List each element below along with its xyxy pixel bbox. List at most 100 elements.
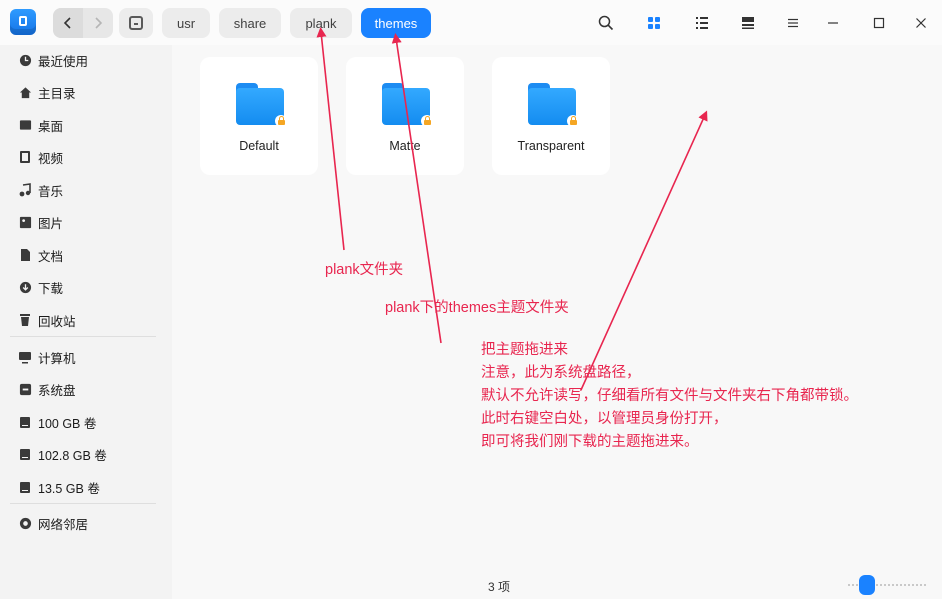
drive-icon [18, 480, 32, 494]
search-button[interactable] [591, 8, 621, 38]
sidebar-item-label: 计算机 [38, 351, 76, 366]
sidebar-item-trash[interactable]: 回收站 [0, 305, 172, 335]
sidebar-item-label: 下载 [38, 281, 64, 296]
detail-view-icon [742, 17, 754, 29]
sidebar-item-pictures[interactable]: 图片 [0, 207, 172, 237]
annotation-line: 注意，此为系统盘路径， [481, 365, 641, 381]
lock-icon [567, 115, 579, 127]
sidebar-divider [10, 336, 156, 337]
folder-name: Default [239, 139, 279, 153]
computer-icon [18, 350, 32, 364]
sidebar-item-computer[interactable]: 计算机 [0, 342, 172, 372]
chevron-right-icon [95, 17, 103, 29]
annotation-themes-folder: plank下的themes主题文件夹 [385, 300, 569, 316]
detail-view-button[interactable] [733, 8, 763, 38]
close-icon [916, 18, 926, 28]
sidebar-item-label: 文档 [38, 249, 64, 264]
drive-icon [18, 415, 32, 429]
sidebar-item-volume-13gb[interactable]: 13.5 GB 卷 [0, 472, 172, 502]
folder-name: Matte [389, 139, 421, 153]
sidebar-item-volume-102gb[interactable]: 102.8 GB 卷 [0, 439, 172, 469]
minimize-icon [828, 22, 838, 24]
sidebar-item-system-disk[interactable]: 系统盘 [0, 374, 172, 404]
folder-item-transparent[interactable]: Transparent [492, 57, 610, 175]
breadcrumb-usr[interactable]: usr [162, 8, 210, 38]
sidebar-item-label: 回收站 [38, 314, 76, 329]
network-icon [18, 516, 32, 530]
sidebar-item-music[interactable]: 音乐 [0, 175, 172, 205]
icon-view-button[interactable] [639, 8, 669, 38]
sidebar-item-desktop[interactable]: 桌面 [0, 110, 172, 140]
search-icon [598, 15, 614, 31]
sidebar-item-label: 图片 [38, 216, 64, 231]
annotation-line: 即可将我们刚下载的主题拖进来。 [481, 434, 699, 450]
maximize-icon [873, 17, 885, 29]
close-button[interactable] [906, 8, 936, 38]
item-count-status: 3 项 [487, 580, 510, 594]
clock-icon [18, 53, 32, 67]
file-manager-logo-icon[interactable] [10, 9, 36, 35]
sidebar-item-label: 100 GB 卷 [38, 416, 97, 431]
system-disk-icon [18, 382, 32, 396]
annotation-drag-instructions: 把主题拖进来 注意，此为系统盘路径， 默认不允许读写，仔细看所有文件与文件夹右下… [481, 339, 858, 454]
folder-icon [236, 83, 287, 127]
main-menu-button[interactable] [778, 8, 808, 38]
list-view-icon [696, 17, 708, 29]
annotation-line: 此时右键空白处，以管理员身份打开， [481, 411, 728, 427]
breadcrumb-share[interactable]: share [219, 8, 281, 38]
sidebar-item-home[interactable]: 主目录 [0, 77, 172, 107]
title-bar: usr share plank themes [0, 0, 942, 45]
back-button[interactable] [53, 8, 83, 38]
file-view[interactable]: Default Matte Transparent 3 项 [172, 45, 942, 599]
navigation-buttons [53, 8, 113, 38]
home-icon [18, 85, 32, 99]
desktop-icon [18, 118, 32, 132]
sidebar-item-label: 网络邻居 [38, 517, 89, 532]
chevron-left-icon [63, 17, 71, 29]
sidebar-item-label: 桌面 [38, 119, 64, 134]
sidebar-item-videos[interactable]: 视频 [0, 142, 172, 172]
lock-icon [421, 115, 433, 127]
sidebar-item-downloads[interactable]: 下载 [0, 272, 172, 302]
folder-icon [382, 83, 433, 127]
forward-button[interactable] [83, 8, 113, 38]
minimize-button[interactable] [818, 8, 848, 38]
annotation-line: 把主题拖进来 [481, 342, 568, 358]
disk-icon [129, 16, 143, 30]
sidebar-item-volume-100gb[interactable]: 100 GB 卷 [0, 407, 172, 437]
menu-icon [788, 18, 798, 28]
music-icon [18, 183, 32, 197]
sidebar-item-label: 视频 [38, 151, 64, 166]
sidebar-item-label: 102.8 GB 卷 [38, 448, 107, 463]
breadcrumb-themes[interactable]: themes [361, 8, 431, 38]
sidebar-item-label: 系统盘 [38, 383, 76, 398]
annotation-plank-folder: plank文件夹 [325, 262, 404, 278]
drive-icon [18, 447, 32, 461]
sidebar-divider [10, 503, 156, 504]
folder-icon [528, 83, 579, 127]
trash-icon [18, 313, 32, 327]
sidebar: 最近使用 主目录 桌面 视频 音乐 图片 文档 下载 回收站 计算机 系统盘 1… [0, 45, 172, 599]
icon-size-slider-handle[interactable] [859, 575, 875, 595]
document-icon [18, 248, 32, 262]
maximize-button[interactable] [864, 8, 894, 38]
list-view-button[interactable] [687, 8, 717, 38]
video-icon [18, 150, 32, 164]
lock-icon [275, 115, 287, 127]
sidebar-item-label: 最近使用 [38, 54, 89, 69]
folder-item-default[interactable]: Default [200, 57, 318, 175]
download-icon [18, 280, 32, 294]
annotation-line: 默认不允许读写，仔细看所有文件与文件夹右下角都带锁。 [481, 388, 858, 404]
folder-name: Transparent [517, 139, 585, 153]
sidebar-item-label: 音乐 [38, 184, 64, 199]
folder-item-matte[interactable]: Matte [346, 57, 464, 175]
sidebar-item-documents[interactable]: 文档 [0, 240, 172, 270]
sidebar-item-recent[interactable]: 最近使用 [0, 45, 172, 75]
sidebar-item-label: 13.5 GB 卷 [38, 481, 100, 496]
icon-view-icon [648, 17, 660, 29]
file-manager-window: usr share plank themes 最近使用 主目录 桌面 视频 音乐… [0, 0, 942, 599]
breadcrumb-plank[interactable]: plank [290, 8, 352, 38]
sidebar-item-network[interactable]: 网络邻居 [0, 508, 172, 538]
breadcrumb-root-disk[interactable] [119, 8, 153, 38]
sidebar-item-label: 主目录 [38, 86, 76, 101]
